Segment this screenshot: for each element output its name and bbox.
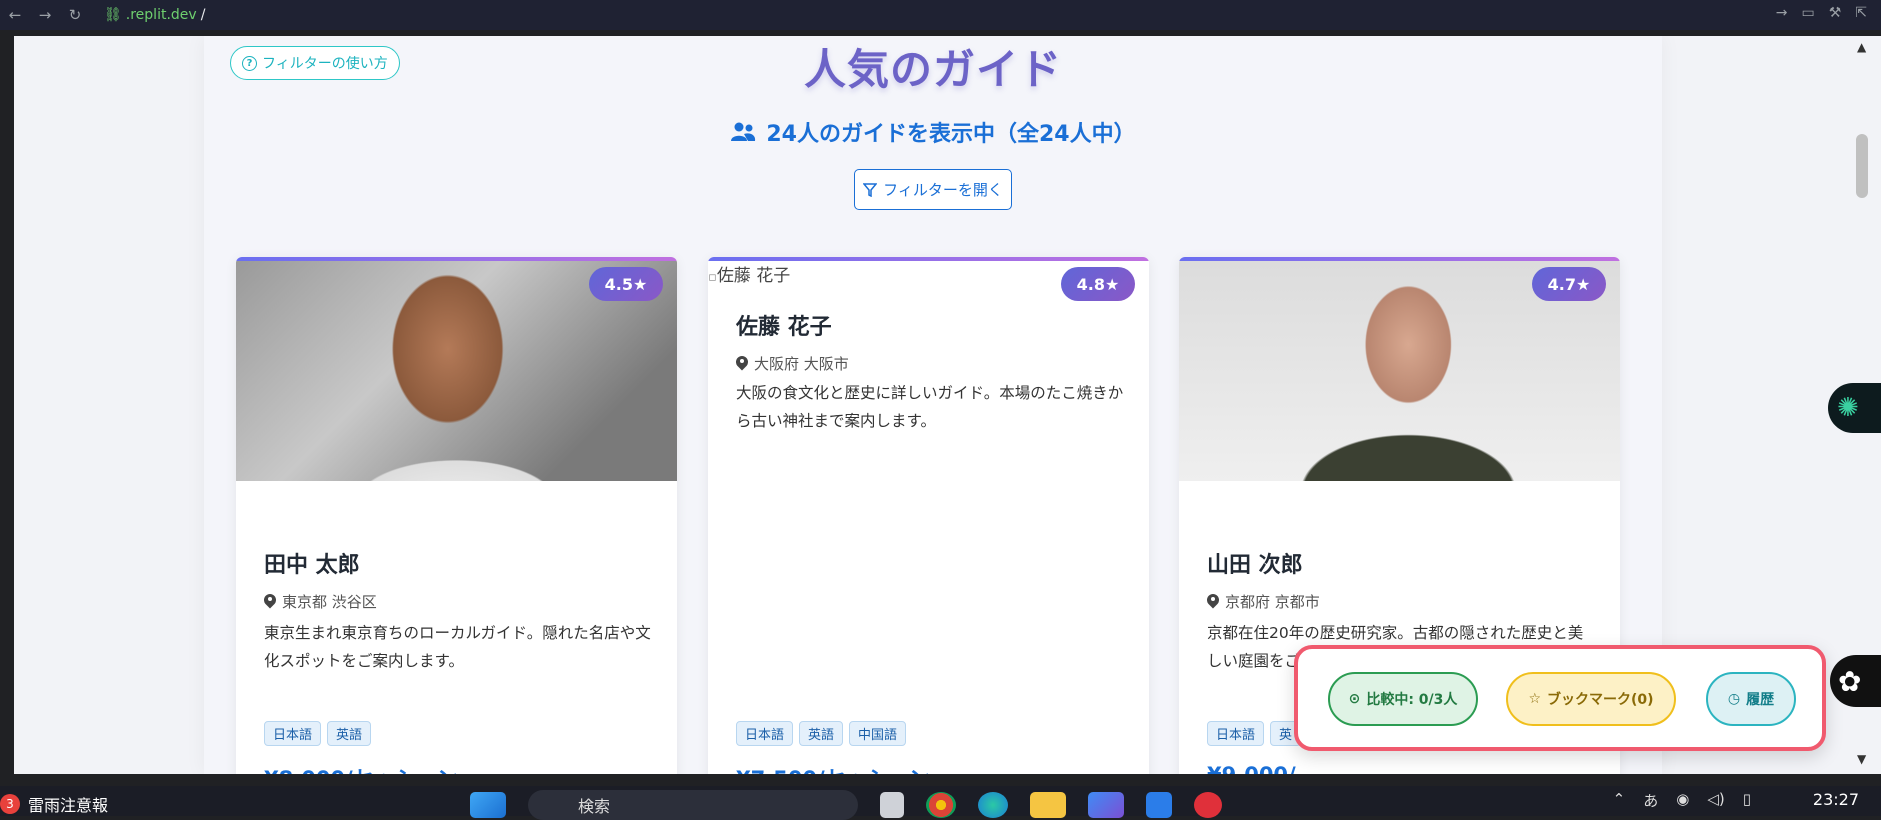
language-tag: 英語 [799, 721, 844, 746]
scrollbar-thumb[interactable] [1856, 134, 1868, 198]
language-tag: 中国語 [849, 721, 907, 746]
search-placeholder: 検索 [578, 797, 611, 816]
compare-button[interactable]: ⊙ 比較中: 0/3人 [1328, 672, 1478, 726]
weather-badge: 3 [0, 794, 20, 814]
language-tags: 日本語 英 [1207, 721, 1302, 746]
filter-help-button[interactable]: ? フィルターの使い方 [230, 46, 400, 80]
guide-description: 大阪の食文化と歴史に詳しいガイド。本場のたこ焼きから古い神社まで案内します。 [736, 384, 1124, 430]
task-view-icon[interactable] [880, 792, 904, 818]
guide-name: 山田 次郎 [1207, 553, 1303, 578]
bookmark-label: ブックマーク(0) [1547, 692, 1654, 708]
url-domain: .replit.dev [125, 7, 197, 23]
guide-price: ¥9,000/ [1207, 763, 1296, 774]
start-icon[interactable] [470, 792, 506, 818]
rating-badge: 4.5★ [589, 267, 663, 301]
guide-location: 大阪府 大阪市 [736, 353, 849, 374]
guide-card[interactable]: ▫佐藤 花子 4.8★ 佐藤 花子 大阪府 大阪市 大阪の食文化と歴史に詳しいガ… [708, 257, 1149, 774]
url-path: / [200, 7, 206, 23]
taskbar: 3 雷雨注意報 検索 ⌃ あ ◉ ◁) ▯ 23:27 [0, 786, 1881, 820]
link-icon: ⛓ [104, 7, 122, 23]
clock-icon: ◷ [1727, 691, 1741, 707]
check-circle-icon: ⊙ [1348, 691, 1361, 707]
guide-location: 京都府 京都市 [1207, 591, 1320, 612]
guide-price: ¥8,000/セッション [264, 763, 458, 774]
language-tags: 日本語 英語 [264, 721, 372, 746]
funnel-icon [863, 182, 878, 197]
broken-image-icon: ▫ [708, 270, 717, 285]
browser-toolbar: ← → ↻ ⛓ .replit.dev / → ▭ ⚒ ⇱ [0, 0, 1881, 30]
history-label: 履歴 [1746, 692, 1775, 708]
guide-location-text: 京都府 京都市 [1225, 593, 1320, 611]
external-link-icon[interactable]: ⇱ [1855, 5, 1867, 21]
back-icon[interactable]: ← [0, 6, 30, 24]
map-pin-icon [264, 594, 276, 609]
guide-location: 東京都 渋谷区 [264, 591, 377, 612]
bookmark-button[interactable]: ☆ ブックマーク(0) [1506, 672, 1676, 726]
users-icon [731, 122, 756, 141]
ime-indicator[interactable]: あ [1643, 790, 1658, 811]
address-bar[interactable]: ⛓ .replit.dev / [104, 7, 205, 23]
filter-help-label: フィルターの使い方 [262, 56, 388, 72]
guide-count: 24人のガイドを表示中（全24人中） [204, 116, 1662, 148]
vscode-icon[interactable] [1146, 792, 1172, 818]
app-icon[interactable] [1194, 792, 1222, 818]
ai-assistant-icon[interactable]: ✺ [1828, 383, 1881, 433]
folder-icon[interactable] [1030, 792, 1066, 818]
history-button[interactable]: ◷ 履歴 [1706, 672, 1796, 726]
map-pin-icon [1207, 594, 1219, 609]
chrome-icon[interactable] [926, 792, 956, 818]
clock[interactable]: 23:27 [1813, 790, 1859, 809]
guide-photo-broken: ▫佐藤 花子 [708, 261, 790, 286]
volume-icon[interactable]: ◁) [1707, 790, 1724, 811]
guide-card[interactable]: 4.5★ 田中 太郎 東京都 渋谷区 東京生まれ東京育ちのローカルガイド。隠れた… [236, 257, 677, 774]
language-tag: 日本語 [736, 721, 794, 746]
map-pin-icon [736, 356, 748, 371]
cast-icon[interactable]: ▭ [1801, 5, 1814, 21]
arrow-icon[interactable]: → [1776, 5, 1788, 21]
reload-icon[interactable]: ↻ [60, 6, 90, 24]
language-tag: 日本語 [1207, 721, 1265, 746]
rating-badge: 4.8★ [1061, 267, 1135, 301]
language-tag: 日本語 [264, 721, 322, 746]
guide-price: ¥7,500/セッション [736, 763, 930, 774]
wifi-icon[interactable]: ◉ [1676, 790, 1689, 811]
forward-icon[interactable]: → [30, 6, 60, 24]
guide-description: 東京生まれ東京育ちのローカルガイド。隠れた名店や文化スポットをご案内します。 [264, 624, 651, 670]
floating-action-bar: ⊙ 比較中: 0/3人 ☆ ブックマーク(0) ◷ 履歴 [1294, 645, 1826, 751]
chatgpt-icon[interactable]: ✿ [1830, 655, 1881, 707]
wrench-icon[interactable]: ⚒ [1829, 5, 1842, 21]
rating-badge: 4.7★ [1532, 267, 1606, 301]
language-tags: 日本語 英語 中国語 [736, 721, 907, 746]
guide-location-text: 大阪府 大阪市 [754, 355, 849, 373]
edge-icon[interactable] [978, 792, 1008, 818]
star-icon: ☆ [1528, 691, 1541, 707]
guide-name: 田中 太郎 [264, 553, 360, 578]
question-icon: ? [242, 55, 257, 71]
weather-text: 雷雨注意報 [28, 796, 109, 815]
open-filter-label: フィルターを開く [883, 181, 1003, 199]
battery-icon[interactable]: ▯ [1743, 790, 1751, 811]
open-filter-button[interactable]: フィルターを開く [854, 169, 1012, 210]
scroll-up-icon[interactable]: ▲ [1857, 40, 1866, 54]
copilot-icon[interactable] [1088, 792, 1124, 818]
compare-label: 比較中: 0/3人 [1366, 692, 1458, 708]
guide-name: 佐藤 花子 [736, 315, 832, 340]
photo-alt-text: 佐藤 花子 [716, 266, 791, 286]
page-title: 人気のガイド [803, 45, 1062, 94]
weather-widget[interactable]: 3 雷雨注意報 [0, 792, 108, 816]
chevron-up-icon[interactable]: ⌃ [1613, 790, 1626, 811]
guide-count-text: 24人のガイドを表示中（全24人中） [766, 122, 1136, 147]
system-tray: ⌃ あ ◉ ◁) ▯ [1613, 790, 1751, 811]
language-tag: 英語 [327, 721, 372, 746]
guide-location-text: 東京都 渋谷区 [282, 593, 377, 611]
scroll-down-icon[interactable]: ▼ [1857, 752, 1866, 766]
